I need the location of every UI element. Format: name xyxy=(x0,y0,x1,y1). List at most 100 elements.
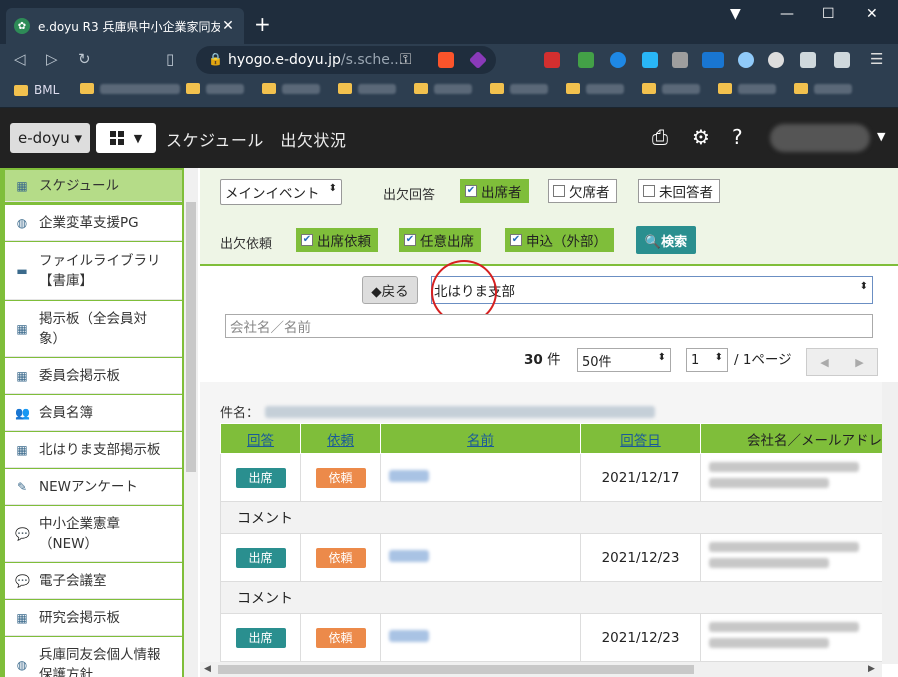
users-icon: 👥 xyxy=(15,405,30,420)
minimize-icon[interactable]: — xyxy=(780,6,794,22)
horizontal-scroll-thumb[interactable] xyxy=(218,665,694,674)
sidebar-item-schedule[interactable]: ▦ スケジュール xyxy=(5,170,182,202)
sidebar: ▦ スケジュール ◍ 企業変革支援PG ▬ ファイルライブラリ【書庫】 ▦ 掲示板（全会… xyxy=(0,168,198,677)
extensions-puzzle-icon[interactable] xyxy=(800,52,816,68)
sidebar-item-members[interactable]: 👥 会員名簿 xyxy=(5,395,182,431)
req-attend-checkbox[interactable]: ✔ 出席依頼 xyxy=(296,228,378,252)
member-name[interactable] xyxy=(389,629,429,642)
brand-menu-button[interactable]: e-doyu ▾ xyxy=(10,123,90,153)
absent-checkbox[interactable]: 欠席者 xyxy=(548,179,617,203)
extension-diamond-icon[interactable] xyxy=(738,52,754,68)
help-icon[interactable]: ? xyxy=(732,125,743,149)
req-external-checkbox[interactable]: ✔ 申込（外部） xyxy=(505,228,614,252)
extension-green-icon[interactable] xyxy=(578,52,594,68)
col-request[interactable]: 依頼 xyxy=(300,423,381,454)
answer-date: 2021/12/23 xyxy=(580,613,701,662)
bookmark-item[interactable] xyxy=(642,83,700,94)
sidebar-item-committee[interactable]: ▦ 委員会掲示板 xyxy=(5,358,182,394)
sidebar-item-survey[interactable]: ✎ NEWアンケート xyxy=(5,469,182,505)
sidebar-item-library[interactable]: ▬ ファイルライブラリ【書庫】 xyxy=(5,242,182,300)
bookmark-item[interactable] xyxy=(794,83,852,94)
forward-nav-icon[interactable]: ▷ xyxy=(46,50,58,68)
per-page-select[interactable]: 50件 ⬍ xyxy=(577,348,671,372)
event-select[interactable]: メインイベント ⬍ xyxy=(220,179,342,205)
maximize-icon[interactable]: ☐ xyxy=(822,6,835,22)
sidebar-item-charter[interactable]: 💬 中小企業憲章（NEW） xyxy=(5,506,182,562)
page-select[interactable]: 1 ⬍ xyxy=(686,348,728,372)
back-nav-icon[interactable]: ◁ xyxy=(14,50,26,68)
extension-drop-icon[interactable] xyxy=(610,52,626,68)
calendar-icon: ▦ xyxy=(16,178,28,193)
col-name[interactable]: 名前 xyxy=(380,423,581,454)
profile-dropdown-icon[interactable]: ▼ xyxy=(730,6,741,22)
app-grid-button[interactable]: ▼ xyxy=(96,123,156,153)
url-host: hyogo.e-doyu.jp xyxy=(228,52,341,68)
unanswered-checkbox[interactable]: 未回答者 xyxy=(638,179,720,203)
sidebar-item-pg[interactable]: ◍ 企業変革支援PG xyxy=(5,205,182,241)
bookmark-item[interactable] xyxy=(338,83,396,94)
table-icon: ▦ xyxy=(16,442,28,457)
user-menu[interactable] xyxy=(770,124,870,152)
tab-close-icon[interactable]: ✕ xyxy=(220,18,236,34)
bookmark-item[interactable] xyxy=(80,83,180,94)
extension-ap-icon[interactable] xyxy=(672,52,688,68)
extension-arrow-icon[interactable] xyxy=(642,52,658,68)
bookmark-icon[interactable]: ▯ xyxy=(166,50,174,68)
table-row: 出席 依頼 2021/12/23 xyxy=(220,613,883,662)
name-search-input[interactable]: 会社名／名前 xyxy=(225,314,873,338)
sidebar-scrollbar[interactable] xyxy=(184,168,198,677)
user-caret-icon[interactable]: ▼ xyxy=(877,130,885,143)
answer-date: 2021/12/17 xyxy=(580,453,701,502)
browser-tab[interactable]: ✿ e.doyu R3 兵庫県中小企業家同友会 ✕ xyxy=(6,8,244,44)
sidebar-item-study-board[interactable]: ▦ 研究会掲示板 xyxy=(5,600,182,636)
extension-new-icon[interactable] xyxy=(702,52,724,68)
scroll-left-icon[interactable]: ◀ xyxy=(204,664,211,674)
sidebar-item-privacy[interactable]: ◍ 兵庫同友会個人情報保護方針 xyxy=(5,637,182,677)
list-vertical-scrollbar[interactable] xyxy=(882,382,898,664)
scroll-right-icon[interactable]: ▶ xyxy=(868,664,875,674)
next-page-icon[interactable]: ▶ xyxy=(842,349,877,375)
menu-icon[interactable]: ☰ xyxy=(870,50,883,68)
sidebar-scroll-thumb[interactable] xyxy=(186,202,196,472)
reload-icon[interactable]: ↻ xyxy=(78,50,91,68)
new-tab-button[interactable]: + xyxy=(254,12,271,36)
bookmark-item[interactable] xyxy=(414,83,472,94)
subject-line: 件名： xyxy=(220,402,656,421)
bookmark-item[interactable] xyxy=(186,83,244,94)
branch-select[interactable]: 北はりま支部 ⬍ xyxy=(431,276,873,304)
request-badge: 依頼 xyxy=(315,467,366,488)
attend-checkbox[interactable]: ✔ 出席者 xyxy=(460,179,529,203)
sidebar-item-board-all[interactable]: ▦ 掲示板（全会員対象） xyxy=(5,301,182,357)
bookmark-item[interactable] xyxy=(490,83,548,94)
answer-label: 出欠回答 xyxy=(383,188,436,203)
search-button[interactable]: 🔍検索 xyxy=(636,226,696,254)
col-answer[interactable]: 回答 xyxy=(220,423,301,454)
key-icon[interactable]: ⚿ xyxy=(400,50,411,68)
bookmark-bml[interactable]: BML xyxy=(14,83,59,97)
bookmark-item[interactable] xyxy=(718,83,776,94)
table-row: 出席 依頼 2021/12/17 xyxy=(220,453,883,502)
comment-label: コメント xyxy=(220,501,883,534)
select-arrow-icon: ⬍ xyxy=(328,183,337,194)
member-name[interactable] xyxy=(389,469,429,482)
prev-page-icon[interactable]: ◀ xyxy=(807,349,842,375)
member-name[interactable] xyxy=(389,549,429,562)
extension-red-icon[interactable] xyxy=(544,52,560,68)
request-badge: 依頼 xyxy=(315,547,366,568)
bookmark-item[interactable] xyxy=(566,83,624,94)
req-optional-checkbox[interactable]: ✔ 任意出席 xyxy=(399,228,481,252)
bookmark-item[interactable] xyxy=(262,83,320,94)
folder-icon xyxy=(80,83,94,94)
back-button[interactable]: ◆戻る xyxy=(362,276,418,304)
gear-icon[interactable]: ⚙ xyxy=(692,125,710,149)
brave-shield-icon[interactable] xyxy=(438,52,454,68)
window-close-icon[interactable]: ✕ xyxy=(866,6,878,22)
col-date[interactable]: 回答日 xyxy=(580,423,701,454)
grid-icon xyxy=(109,131,124,145)
sidebar-item-conference[interactable]: 💬 電子会議室 xyxy=(5,563,182,599)
print-icon[interactable]: ⎙ xyxy=(652,125,668,149)
wallet-icon[interactable] xyxy=(834,52,850,68)
list-horizontal-scrollbar[interactable]: ◀ ▶ xyxy=(200,662,882,677)
extension-ball-icon[interactable] xyxy=(768,52,784,68)
sidebar-item-branch-board[interactable]: ▦ 北はりま支部掲示板 xyxy=(5,432,182,468)
